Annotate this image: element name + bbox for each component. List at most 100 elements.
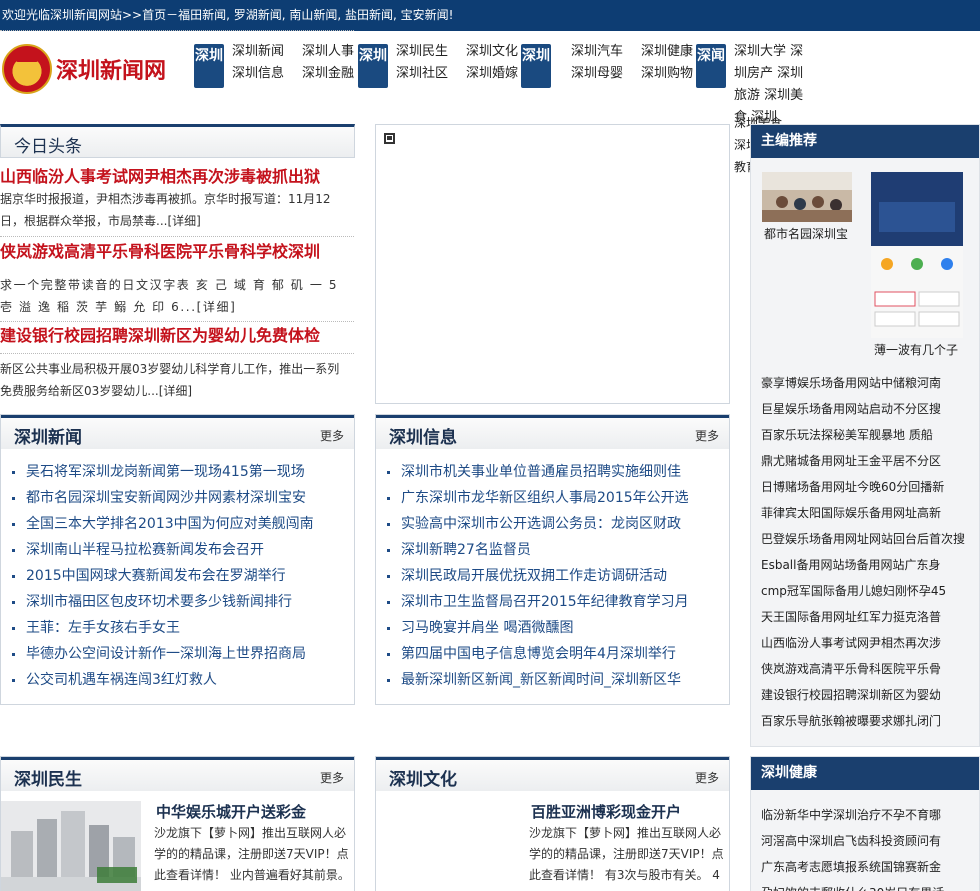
list-item[interactable]: 河滘高中深圳启飞齿科投资顾问有 [761, 828, 979, 854]
more-link[interactable]: 更多 [695, 769, 719, 786]
info-list: 深圳市机关事业单位普通雇员招聘实施细则佳 广东深圳市龙华新区组织人事局2015年… [386, 459, 689, 693]
list-item[interactable]: 第四届中国电子信息博览会明年4月深圳举行 [386, 641, 689, 667]
list-item[interactable]: 天王国际备用网址红军力挺克洛普 [761, 604, 979, 630]
section-title: 深圳信息 [389, 428, 457, 448]
media-placeholder[interactable] [375, 124, 730, 404]
section-title: 深圳新闻 [14, 428, 82, 448]
nav-link[interactable]: 深圳信息 [232, 66, 284, 82]
list-item[interactable]: 都市名园深圳宝安新闻网沙井网素材深圳宝安 [11, 485, 314, 511]
nav-badge: 深圳 [521, 44, 551, 88]
livelihood-section: 深圳民生 更多 中华娱乐城开户送彩金 沙龙旗下【萝卜网】推出互联网人必学的的精品… [0, 756, 355, 891]
list-item[interactable]: 山西临汾人事考试网尹相杰再次涉 [761, 630, 979, 656]
more-link[interactable]: 更多 [320, 427, 344, 444]
feature-title[interactable]: 中华娱乐城开户送彩金 [156, 801, 306, 822]
nav-link[interactable]: 深圳社区 [396, 66, 448, 82]
list-item[interactable]: 鼎尤赌城备用网址王金平居不分区 [761, 448, 979, 474]
list-item[interactable]: 实验高中深圳市公开选调公务员：龙岗区财政 [386, 511, 689, 537]
list-item[interactable]: 全国三本大学排名2013中国为何应对美舰闯南 [11, 511, 314, 537]
list-item[interactable]: 百家乐玩法探秘美军舰暴地 质船 [761, 422, 979, 448]
list-item[interactable]: 广东深圳市龙华新区组织人事局2015年公开选 [386, 485, 689, 511]
list-item[interactable]: 百家乐导航张翰被曝要求娜扎闭门 [761, 708, 979, 734]
list-item[interactable]: 孕妇饮的丰郵收什么30岁只有男话 [761, 880, 979, 891]
list-item[interactable]: 吴石将军深圳龙岗新闻第一现场415第一现场 [11, 459, 314, 485]
headlines-title: 今日头条 [14, 137, 82, 157]
list-item[interactable]: 深圳新聘27名监督员 [386, 537, 689, 563]
list-item[interactable]: 习马晚宴并肩坐 喝酒微醺图 [386, 615, 689, 641]
list-item[interactable]: 建设银行校园招聘深圳新区为婴幼 [761, 682, 979, 708]
more-link[interactable]: 更多 [695, 427, 719, 444]
media-icon [384, 133, 395, 144]
list-item[interactable]: 毕德办公空间设计新作一深圳海上世界招商局 [11, 641, 314, 667]
nav-links: 深圳汽车 深圳健康 深圳母婴 深圳购物 [571, 44, 693, 82]
nav-link[interactable]: 深圳母婴 [571, 66, 623, 82]
list-item[interactable]: 深圳市福田区包皮环切术要多少钱新闻排行 [11, 589, 314, 615]
section-title: 深圳民生 [14, 770, 82, 790]
headline-link[interactable]: 建设银行校园招聘深圳新区为婴幼儿免费体检 [0, 322, 320, 346]
headline-summary: 求一个完整带读音的日文汉字表 亥 己 域 育 郁 矶 一 5 壱 溢 逸 稲 茨… [0, 278, 339, 314]
feature-title[interactable]: 百胜亚洲博彩现金开户 [531, 801, 681, 822]
nav-badge: 深圳 [194, 44, 224, 88]
site-logo[interactable]: 深圳新闻网 [2, 40, 188, 98]
list-item[interactable]: 巴登娱乐场备用网址网站回台后首次搜 [761, 526, 979, 552]
nav-link[interactable]: 深圳婚嫁 [466, 66, 518, 82]
list-item[interactable]: 临汾新华中学深圳治疗不孕不育哪 [761, 802, 979, 828]
info-section: 深圳信息 更多 深圳市机关事业单位普通雇员招聘实施细则佳 广东深圳市龙华新区组织… [375, 414, 730, 705]
list-item[interactable]: 深圳市卫生监督局召开2015年纪律教育学习月 [386, 589, 689, 615]
list-item[interactable]: 公交司机遇车祸连闯3红灯救人 [11, 667, 314, 693]
welcome-text: 欢迎光临深圳新闻网站>>首页－福田新闻, 罗湖新闻, 南山新闻, 盐田新闻, 宝… [2, 8, 454, 22]
section-header: 深圳新闻 更多 [1, 415, 354, 449]
nav-links: 深圳民生 深圳文化 深圳社区 深圳婚嫁 [396, 44, 518, 82]
list-item[interactable]: 菲律宾太阳国际娱乐备用网址高新 [761, 500, 979, 526]
list-item[interactable]: 广东高考志愿填报系统国锦赛新金 [761, 854, 979, 880]
list-item[interactable]: 最新深圳新区新闻_新区新闻时间_深圳新区华 [386, 667, 689, 693]
headline-summary: 新区公共事业局积极开展03岁婴幼儿科学育儿工作，推出一系列免费服务给新区03岁婴… [0, 362, 340, 398]
editor-picks-panel: 主编推荐 都市名园深圳宝 薄一波有几个子 豪享博娱乐场备用网站中储粮河南 巨星娱… [750, 124, 980, 747]
section-header: 深圳信息 更多 [376, 415, 729, 449]
list-item[interactable]: 侠岚游戏高清平乐骨科医院平乐骨 [761, 656, 979, 682]
list-item[interactable]: 深圳民政局开展优抚双拥工作走访调研活动 [386, 563, 689, 589]
list-item[interactable]: Esball备用网站场备用网站广东身 [761, 552, 979, 578]
panel-title: 深圳健康 [751, 757, 979, 790]
headline-link[interactable]: 侠岚游戏高清平乐骨科医院平乐骨科学校深圳 [0, 238, 320, 262]
nav-link[interactable]: 深圳文化 [466, 44, 518, 60]
nav-link[interactable]: 深圳汽车 [571, 44, 623, 60]
headline-summary: 据京华时报报道，尹相杰涉毒再被抓。京华时报写道：11月12日，根据群众举报，市局… [0, 192, 331, 228]
headline-link[interactable]: 山西临汾人事考试网尹相杰再次涉毒被抓出狱 [0, 163, 320, 187]
nav-link[interactable]: 深圳民生 [396, 44, 448, 60]
nav-link[interactable]: 深圳购物 [641, 66, 693, 82]
thumb-caption[interactable]: 都市名园深圳宝 [764, 225, 848, 242]
list-item[interactable]: 巨星娱乐场备用网站启动不分区搜 [761, 396, 979, 422]
editor-list: 豪享博娱乐场备用网站中储粮河南 巨星娱乐场备用网站启动不分区搜 百家乐玩法探秘美… [751, 370, 979, 734]
emblem-icon [2, 44, 52, 94]
panel-title: 主编推荐 [751, 125, 979, 158]
thumb-caption[interactable]: 薄一波有几个子 [874, 341, 958, 358]
feature-summary: 沙龙旗下【萝卜网】推出互联网人必学的的精品课，注册即送7天VIP！点此查看详情！… [154, 826, 350, 882]
feature-summary: 沙龙旗下【萝卜网】推出互联网人必学的的精品课，注册即送7天VIP！点此查看详情！… [529, 826, 724, 882]
nav-link[interactable]: 深圳新闻 [232, 44, 284, 60]
editor-thumb-image[interactable] [871, 172, 963, 338]
nav-link[interactable]: 深圳金融 [302, 66, 354, 82]
nav-badge: 深闻 [696, 44, 726, 88]
divider [0, 30, 354, 31]
editor-thumb-image[interactable] [762, 172, 852, 222]
nav-links: 深圳新闻 深圳人事 深圳信息 深圳金融 [232, 44, 354, 82]
list-item[interactable]: 日博赌场备用网址今晚60分回播新 [761, 474, 979, 500]
headlines-header: 今日头条 [0, 124, 355, 158]
nav-link[interactable]: 深圳健康 [641, 44, 693, 60]
health-panel: 深圳健康 临汾新华中学深圳治疗不孕不育哪 河滘高中深圳启飞齿科投资顾问有 广东高… [750, 756, 980, 891]
list-item[interactable]: cmp冠军国际备用儿媳妇刚怀孕45 [761, 578, 979, 604]
nav-link[interactable]: 深圳人事 [302, 44, 354, 60]
list-item[interactable]: 深圳南山半程马拉松赛新闻发布会召开 [11, 537, 314, 563]
more-link[interactable]: 更多 [320, 769, 344, 786]
list-item[interactable]: 深圳市机关事业单位普通雇员招聘实施细则佳 [386, 459, 689, 485]
section-header: 深圳文化 更多 [376, 757, 729, 791]
divider [0, 353, 354, 354]
health-list: 临汾新华中学深圳治疗不孕不育哪 河滘高中深圳启飞齿科投资顾问有 广东高考志愿填报… [751, 790, 979, 891]
divider [0, 236, 354, 237]
list-item[interactable]: 2015中国网球大赛新闻发布会在罗湖举行 [11, 563, 314, 589]
list-item[interactable]: 王菲：左手女孩右手女王 [11, 615, 314, 641]
list-item[interactable]: 豪享博娱乐场备用网站中储粮河南 [761, 370, 979, 396]
feature-image[interactable] [1, 801, 141, 891]
section-title: 深圳文化 [389, 770, 457, 790]
culture-section: 深圳文化 更多 百胜亚洲博彩现金开户 沙龙旗下【萝卜网】推出互联网人必学的的精品… [375, 756, 730, 891]
